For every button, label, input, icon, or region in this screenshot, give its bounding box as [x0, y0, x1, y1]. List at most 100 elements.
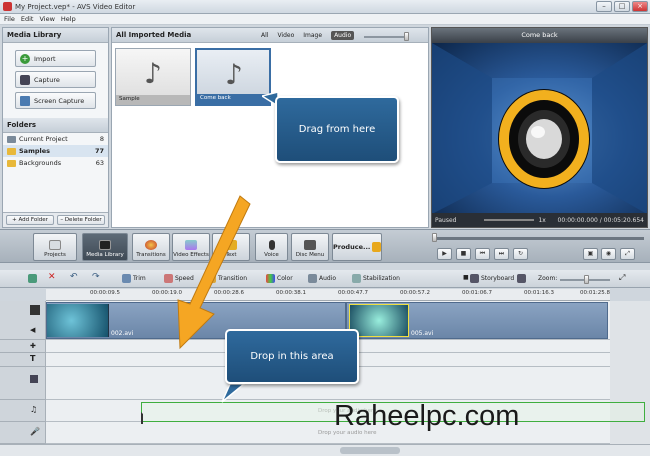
- media-panel-title: All Imported Media: [116, 31, 192, 39]
- produce-icon: [372, 242, 381, 252]
- zoom-fit-icon[interactable]: [517, 274, 526, 283]
- play-button[interactable]: ▶: [437, 248, 452, 260]
- delete-button[interactable]: ✕: [48, 272, 56, 282]
- timeline-view-button[interactable]: [28, 274, 37, 283]
- transitions-button[interactable]: Transitions: [132, 233, 170, 261]
- playback-speed: 1x: [538, 216, 546, 224]
- app-icon: [3, 2, 12, 11]
- media-library-button[interactable]: Media Library: [82, 233, 128, 261]
- color-button[interactable]: Color: [266, 274, 293, 283]
- media-library-title: Media Library: [3, 28, 108, 43]
- effects-icon: ✚: [30, 342, 36, 350]
- filter-audio[interactable]: Audio: [331, 30, 355, 40]
- playback-status: Paused: [435, 216, 457, 224]
- stop-preview-button[interactable]: ■: [463, 274, 469, 281]
- media-item-come-back[interactable]: ♪ Come back: [195, 48, 271, 106]
- speaker-icon: [308, 274, 317, 283]
- timeline-toolbar: ✕ ↶ ↷ Trim Speed Transition Color Audio …: [0, 270, 650, 288]
- capture-label: Capture: [34, 75, 60, 84]
- clip-frame: [47, 304, 109, 337]
- camera-icon: [20, 74, 30, 85]
- capture-button[interactable]: Capture: [15, 71, 96, 88]
- zoom-expand-button[interactable]: ⤢: [619, 273, 625, 283]
- filter-video[interactable]: Video: [277, 32, 294, 39]
- disc-menu-button[interactable]: Disc Menu: [291, 233, 329, 261]
- title-bar: My Project.vep* - AVS Video Editor – □ ×: [0, 0, 650, 14]
- redo-button[interactable]: ↷: [92, 272, 100, 282]
- ruler-tick: 00:00:09.5: [90, 290, 120, 296]
- text-icon: T: [30, 354, 36, 363]
- stabilization-button[interactable]: Stabilization: [352, 274, 400, 283]
- import-button[interactable]: + Import: [15, 50, 96, 67]
- storyboard-button[interactable]: Storyboard: [470, 274, 514, 283]
- color-label: Color: [277, 275, 293, 282]
- media-library-label: Media Library: [86, 252, 124, 258]
- folder-backgrounds[interactable]: Backgrounds 63: [3, 157, 108, 169]
- audio-button[interactable]: Audio: [308, 274, 336, 283]
- film-icon: [30, 305, 40, 315]
- minimize-button[interactable]: –: [596, 1, 612, 12]
- disc-menu-label: Disc Menu: [295, 252, 325, 258]
- volume-slider[interactable]: [484, 219, 535, 221]
- fullscreen-view-button[interactable]: ▣: [583, 248, 598, 260]
- projects-button[interactable]: Projects: [33, 233, 77, 261]
- seek-bar[interactable]: [436, 237, 644, 240]
- video-clip-005[interactable]: 005.avi: [346, 302, 608, 339]
- menu-help[interactable]: Help: [61, 15, 76, 23]
- ruler-tick: 00:01:06.7: [462, 290, 492, 296]
- text-track-header: T: [0, 353, 46, 367]
- menu-view[interactable]: View: [39, 15, 54, 23]
- storyboard-label: Storyboard: [481, 275, 515, 282]
- filter-image[interactable]: Image: [303, 32, 322, 39]
- produce-label: Produce...: [333, 243, 371, 251]
- disc-menu-icon: [304, 240, 316, 250]
- drop-cursor-icon: [141, 412, 149, 424]
- music-icon: ♫: [30, 405, 38, 414]
- audio-track-header: ♫: [0, 400, 46, 422]
- overlay-icon: [30, 375, 38, 383]
- close-button[interactable]: ×: [632, 1, 648, 12]
- delete-folder-button[interactable]: – Delete Folder: [57, 215, 105, 225]
- microphone-icon: [268, 240, 275, 250]
- trim-button[interactable]: Trim: [122, 274, 146, 283]
- folder-name: Current Project: [19, 135, 68, 143]
- add-folder-button[interactable]: + Add Folder: [6, 215, 54, 225]
- stop-button[interactable]: ■: [456, 248, 471, 260]
- loop-button[interactable]: ↻: [513, 248, 528, 260]
- previous-frame-button[interactable]: ⏮: [475, 248, 490, 260]
- effects-track-header: ✚: [0, 340, 46, 353]
- menu-file[interactable]: File: [4, 15, 15, 23]
- undo-button[interactable]: ↶: [70, 272, 78, 282]
- filter-all[interactable]: All: [261, 32, 268, 39]
- storyboard-icon: [470, 274, 479, 283]
- menu-bar: File Edit View Help: [0, 14, 650, 25]
- snapshot-button[interactable]: ◉: [601, 248, 616, 260]
- zoom-label: Zoom:: [538, 275, 558, 282]
- timeline-scrollbar[interactable]: [0, 444, 650, 456]
- folder-current-project[interactable]: Current Project 8: [3, 133, 108, 145]
- projects-label: Projects: [44, 252, 66, 258]
- voice-track[interactable]: Drop your audio here: [46, 422, 610, 444]
- menu-edit[interactable]: Edit: [21, 15, 34, 23]
- plus-icon: +: [20, 53, 30, 64]
- slider-knob[interactable]: [404, 32, 409, 41]
- zoom-knob[interactable]: [584, 275, 589, 284]
- speaker-icon: ◀: [30, 326, 36, 334]
- monitor-icon: [20, 95, 30, 106]
- media-item-sample[interactable]: ♪ Sample: [115, 48, 191, 106]
- thumbnail-size-slider[interactable]: [364, 36, 408, 38]
- next-frame-button[interactable]: ⏭: [494, 248, 509, 260]
- seek-knob[interactable]: [432, 233, 437, 242]
- expand-preview-button[interactable]: ⤢: [620, 248, 635, 260]
- maximize-button[interactable]: □: [614, 1, 630, 12]
- video-track-header: ◀: [0, 301, 46, 340]
- stabilization-icon: [352, 274, 361, 283]
- scroll-thumb[interactable]: [340, 447, 400, 454]
- time-ruler[interactable]: 00:00:09.5 00:00:19.0 00:00:28.6 00:00:3…: [46, 289, 610, 301]
- media-item-caption: Sample: [116, 95, 190, 105]
- folder-samples[interactable]: Samples 77: [3, 145, 108, 157]
- produce-button[interactable]: Produce...: [332, 233, 382, 261]
- music-note-icon: ♪: [144, 57, 162, 90]
- screen-capture-button[interactable]: Screen Capture: [15, 92, 96, 109]
- folders-title: Folders: [3, 118, 108, 133]
